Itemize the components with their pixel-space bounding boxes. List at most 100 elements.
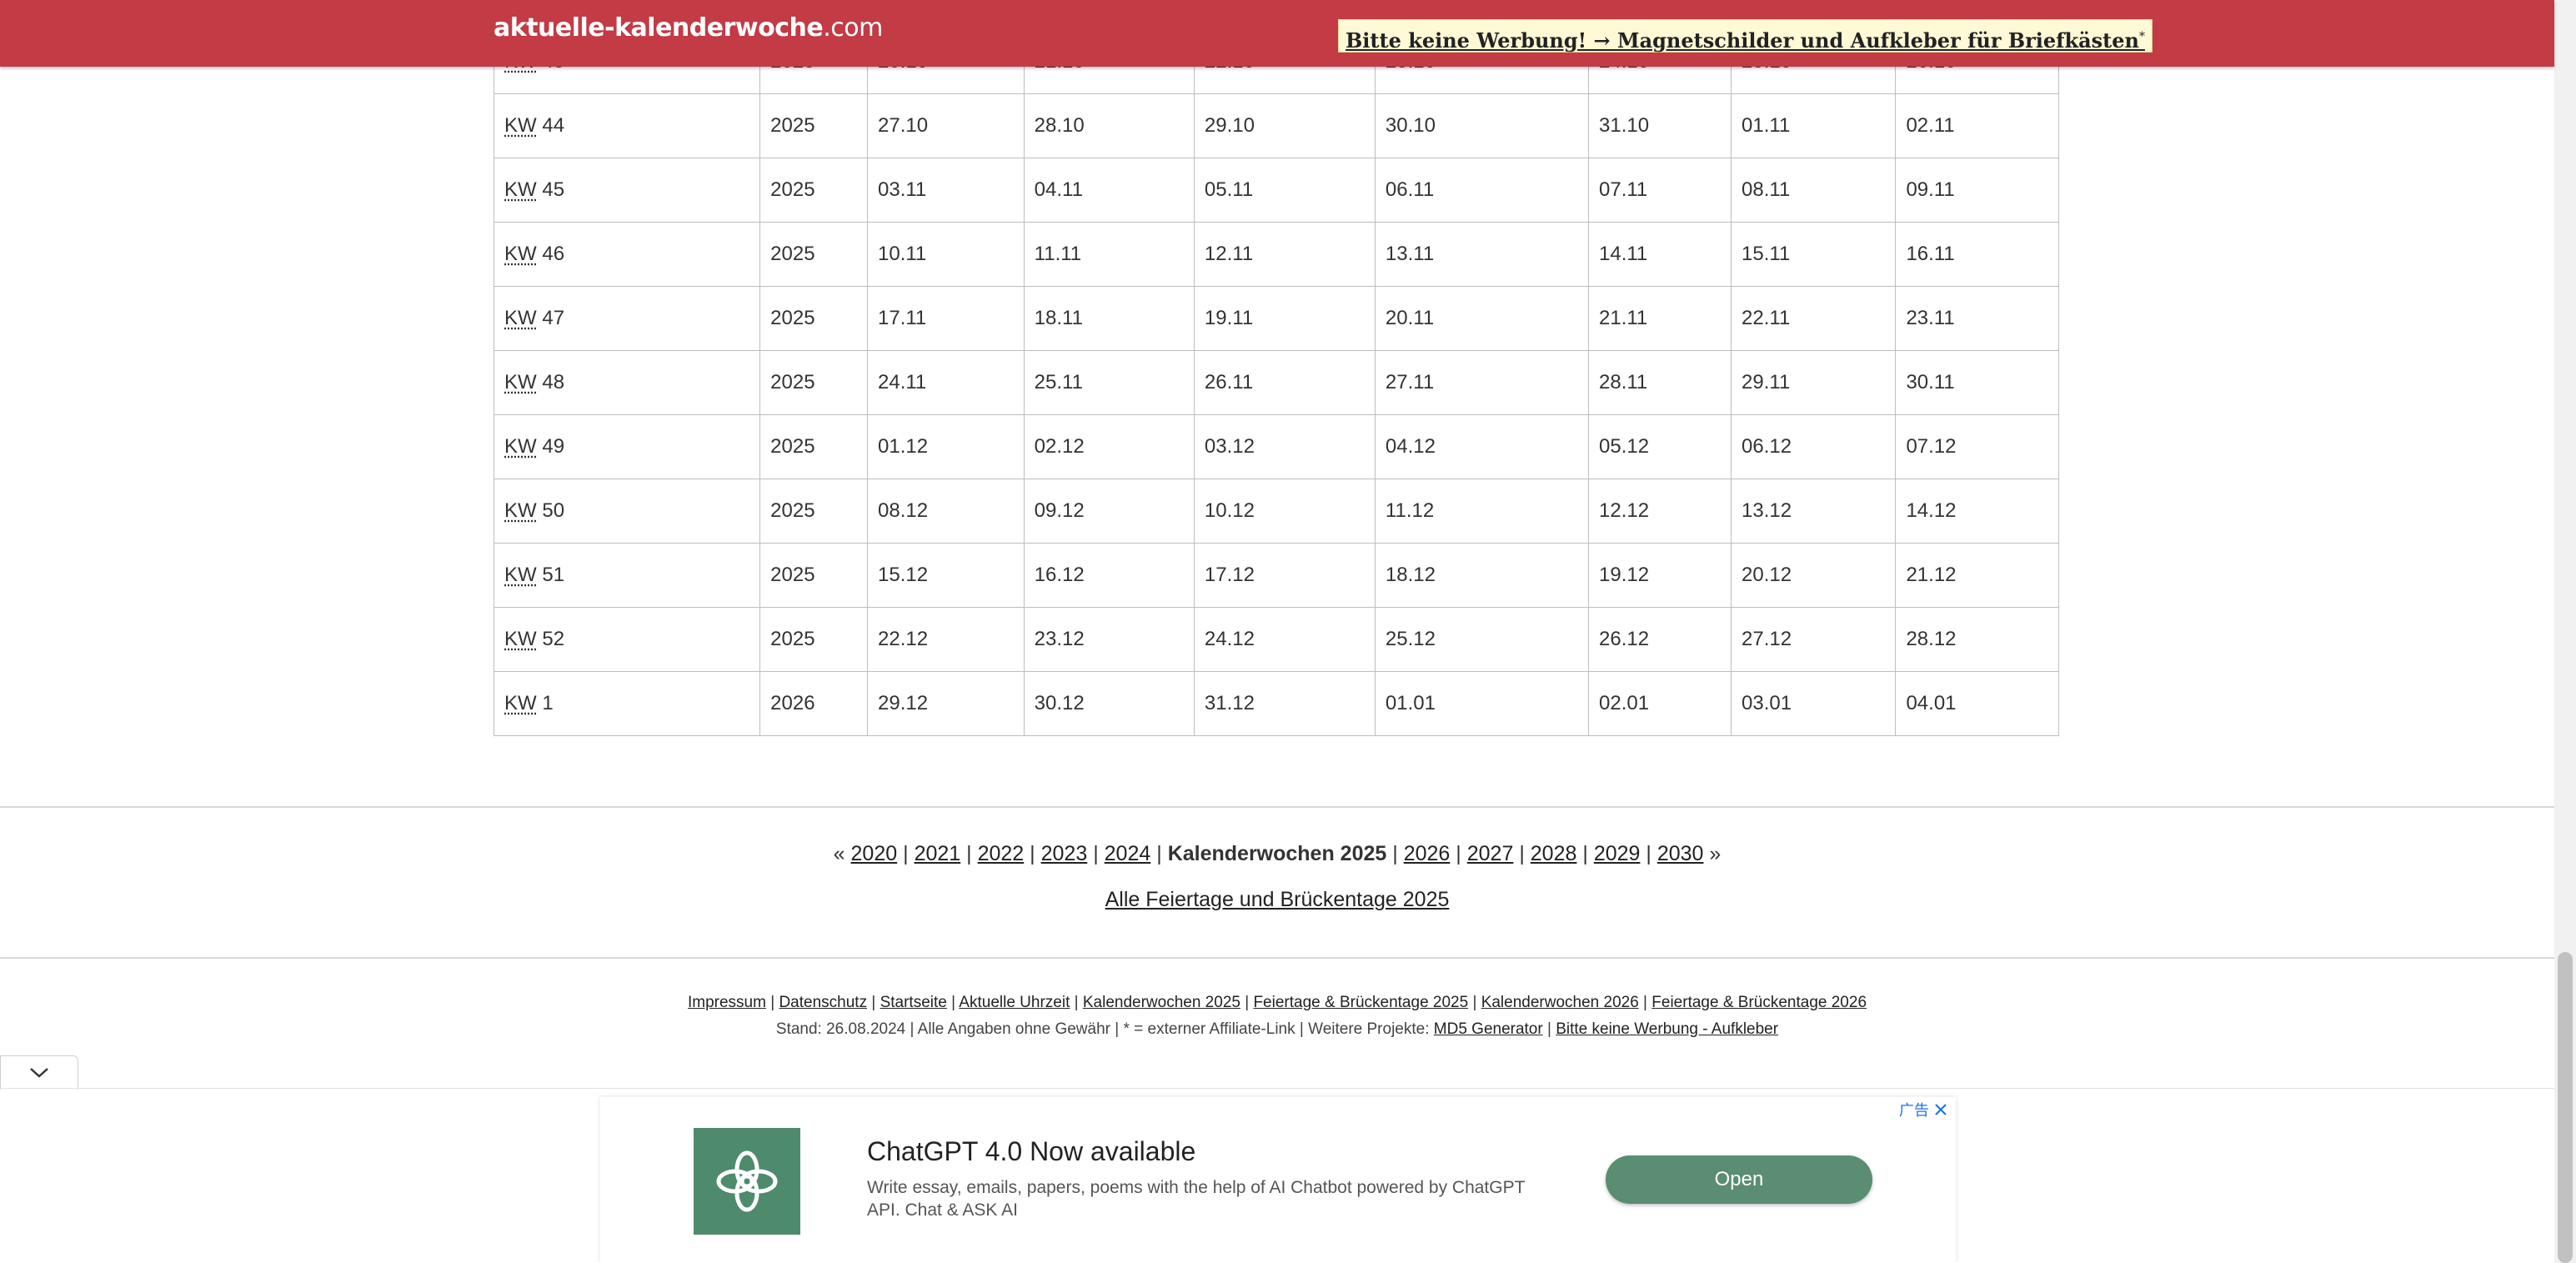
kw-abbr: KW: [504, 178, 537, 201]
ad-description: Write essay, emails, papers, poems with …: [867, 1178, 1526, 1220]
day-cell: 10.12: [1193, 479, 1376, 544]
year-link[interactable]: 2026: [1404, 842, 1451, 865]
separator: |: [1456, 842, 1461, 865]
day-cell: 24.12: [1193, 607, 1376, 672]
footer-link-feiertage-2025[interactable]: Feiertage & Brückentage 2025: [1253, 994, 1468, 1011]
footer-link-md5[interactable]: MD5 Generator: [1434, 1020, 1543, 1038]
day-cell: 06.12: [1731, 414, 1897, 479]
year-link[interactable]: 2029: [1594, 842, 1641, 865]
year-link[interactable]: 2030: [1657, 842, 1704, 865]
week-number: 46: [542, 243, 565, 265]
day-cell: 04.11: [1023, 158, 1195, 223]
footer-link-feiertage-2026[interactable]: Feiertage & Brückentage 2026: [1651, 994, 1867, 1011]
separator: |: [1093, 842, 1099, 865]
table-row: KW 51 2025 15.12 16.12 17.12 18.12 19.12 20.12 2…: [493, 543, 2059, 608]
day-cell: 04.01: [1895, 671, 2059, 736]
day-cell: 29.10: [1193, 93, 1376, 158]
week-number-cell: KW 45: [493, 158, 761, 223]
scrollbar-thumb[interactable]: [2558, 952, 2573, 1263]
holidays-link[interactable]: Alle Feiertage und Brückentage 2025: [1105, 888, 1450, 911]
separator: |: [1519, 842, 1525, 865]
current-year-label: Kalenderwochen 2025: [1167, 842, 1387, 865]
year-link[interactable]: 2021: [915, 842, 961, 865]
table-row: KW 52 2025 22.12 23.12 24.12 25.12 26.12 27.12 2…: [493, 607, 2059, 672]
day-cell: 21.12: [1895, 543, 2059, 608]
day-cell: 12.12: [1587, 479, 1732, 544]
year-link[interactable]: 2023: [1041, 842, 1088, 865]
ad-divider: [0, 1088, 2554, 1089]
day-cell: 26.12: [1587, 607, 1732, 672]
year-link[interactable]: 2020: [851, 842, 898, 865]
day-cell: 07.11: [1587, 158, 1732, 223]
week-number: 51: [542, 564, 565, 586]
week-number-cell: KW 50: [493, 479, 761, 544]
day-cell: 16.11: [1895, 222, 2059, 287]
day-cell: 22.11: [1731, 286, 1897, 351]
week-number-cell: KW 47: [493, 286, 761, 351]
day-cell: 24.11: [867, 350, 1025, 415]
separator: |: [1156, 842, 1162, 865]
day-cell: 27.12: [1731, 607, 1897, 672]
day-cell: 08.11: [1731, 158, 1897, 223]
day-cell: 09.12: [1023, 479, 1195, 544]
kw-abbr: KW: [504, 499, 537, 522]
day-cell: 23.11: [1895, 286, 2059, 351]
close-icon[interactable]: [1934, 1103, 1947, 1116]
week-number-cell: KW 51: [493, 543, 761, 608]
week-number: 52: [542, 628, 565, 650]
footer-link-startseite[interactable]: Startseite: [880, 994, 947, 1011]
kw-abbr: KW: [504, 628, 537, 650]
kw-abbr: KW: [504, 371, 537, 393]
section-divider: [0, 957, 2554, 959]
site-logo[interactable]: aktuelle-kalenderwoche.com: [494, 13, 883, 43]
ad-title[interactable]: ChatGPT 4.0 Now available: [867, 1136, 1195, 1167]
year-link[interactable]: 2027: [1467, 842, 1514, 865]
chevron-down-icon: [30, 1068, 48, 1078]
footer-link-kw-2025[interactable]: Kalenderwochen 2025: [1083, 994, 1240, 1011]
openai-knot-icon[interactable]: [694, 1128, 800, 1235]
table-row: KW 45 2025 03.11 04.11 05.11 06.11 07.11 08.11 0…: [493, 158, 2059, 223]
day-cell: 26.11: [1193, 350, 1376, 415]
footer-info: Stand: 26.08.2024 | Alle Angaben ohne Ge…: [775, 1020, 1779, 1038]
day-cell: 11.12: [1374, 479, 1590, 544]
day-cell: 17.11: [867, 286, 1025, 351]
footer-link-aufkleber[interactable]: Bitte keine Werbung - Aufkleber: [1556, 1020, 1778, 1038]
table-row: KW 49 2025 01.12 02.12 03.12 04.12 05.12 06.12 0…: [493, 414, 2059, 479]
footer-link-kw-2026[interactable]: Kalenderwochen 2026: [1481, 994, 1639, 1011]
footer-link-uhrzeit[interactable]: Aktuelle Uhrzeit: [959, 994, 1070, 1011]
year-link[interactable]: 2022: [978, 842, 1025, 865]
separator: |: [1646, 842, 1651, 865]
year-link[interactable]: 2024: [1105, 842, 1151, 865]
day-cell: 06.11: [1374, 158, 1590, 223]
kw-abbr: KW: [504, 692, 537, 714]
week-number: 45: [542, 178, 565, 201]
day-cell: 28.10: [1023, 93, 1195, 158]
calendar-weeks-table: KW 43202520.1021.1022.1023.1024.1025.102…: [493, 29, 2059, 736]
week-number-cell: KW 1: [493, 671, 761, 736]
day-cell: 30.11: [1895, 350, 2059, 415]
day-cell: 25.11: [1023, 350, 1195, 415]
day-cell: 31.10: [1587, 93, 1732, 158]
day-cell: 18.12: [1374, 543, 1590, 608]
separator: |: [966, 842, 972, 865]
day-cell: 29.11: [1731, 350, 1897, 415]
footer-link-datenschutz[interactable]: Datenschutz: [779, 994, 867, 1011]
ad-banner[interactable]: 广告 ChatGPT 4.0 Now available Write essay…: [600, 1097, 1956, 1263]
week-number: 1: [542, 692, 554, 714]
day-cell: 30.10: [1374, 93, 1590, 158]
day-cell: 15.12: [867, 543, 1025, 608]
day-cell: 03.12: [1193, 414, 1376, 479]
day-cell: 11.11: [1023, 222, 1195, 287]
day-cell: 19.12: [1587, 543, 1732, 608]
year-cell: 2025: [759, 543, 868, 608]
promo-link[interactable]: Bitte keine Werbung! → Magnetschilder un…: [1338, 19, 2153, 53]
separator: |: [1582, 842, 1588, 865]
week-number-cell: KW 48: [493, 350, 761, 415]
collapse-ad-button[interactable]: [0, 1055, 78, 1090]
footer-link-impressum[interactable]: Impressum: [688, 994, 766, 1011]
year-link[interactable]: 2028: [1531, 842, 1577, 865]
ad-open-button[interactable]: Open: [1606, 1155, 1872, 1204]
day-cell: 20.11: [1374, 286, 1590, 351]
table-row: KW 48 2025 24.11 25.11 26.11 27.11 28.11 29.11 3…: [493, 350, 2059, 415]
week-number-cell: KW 52: [493, 607, 761, 672]
